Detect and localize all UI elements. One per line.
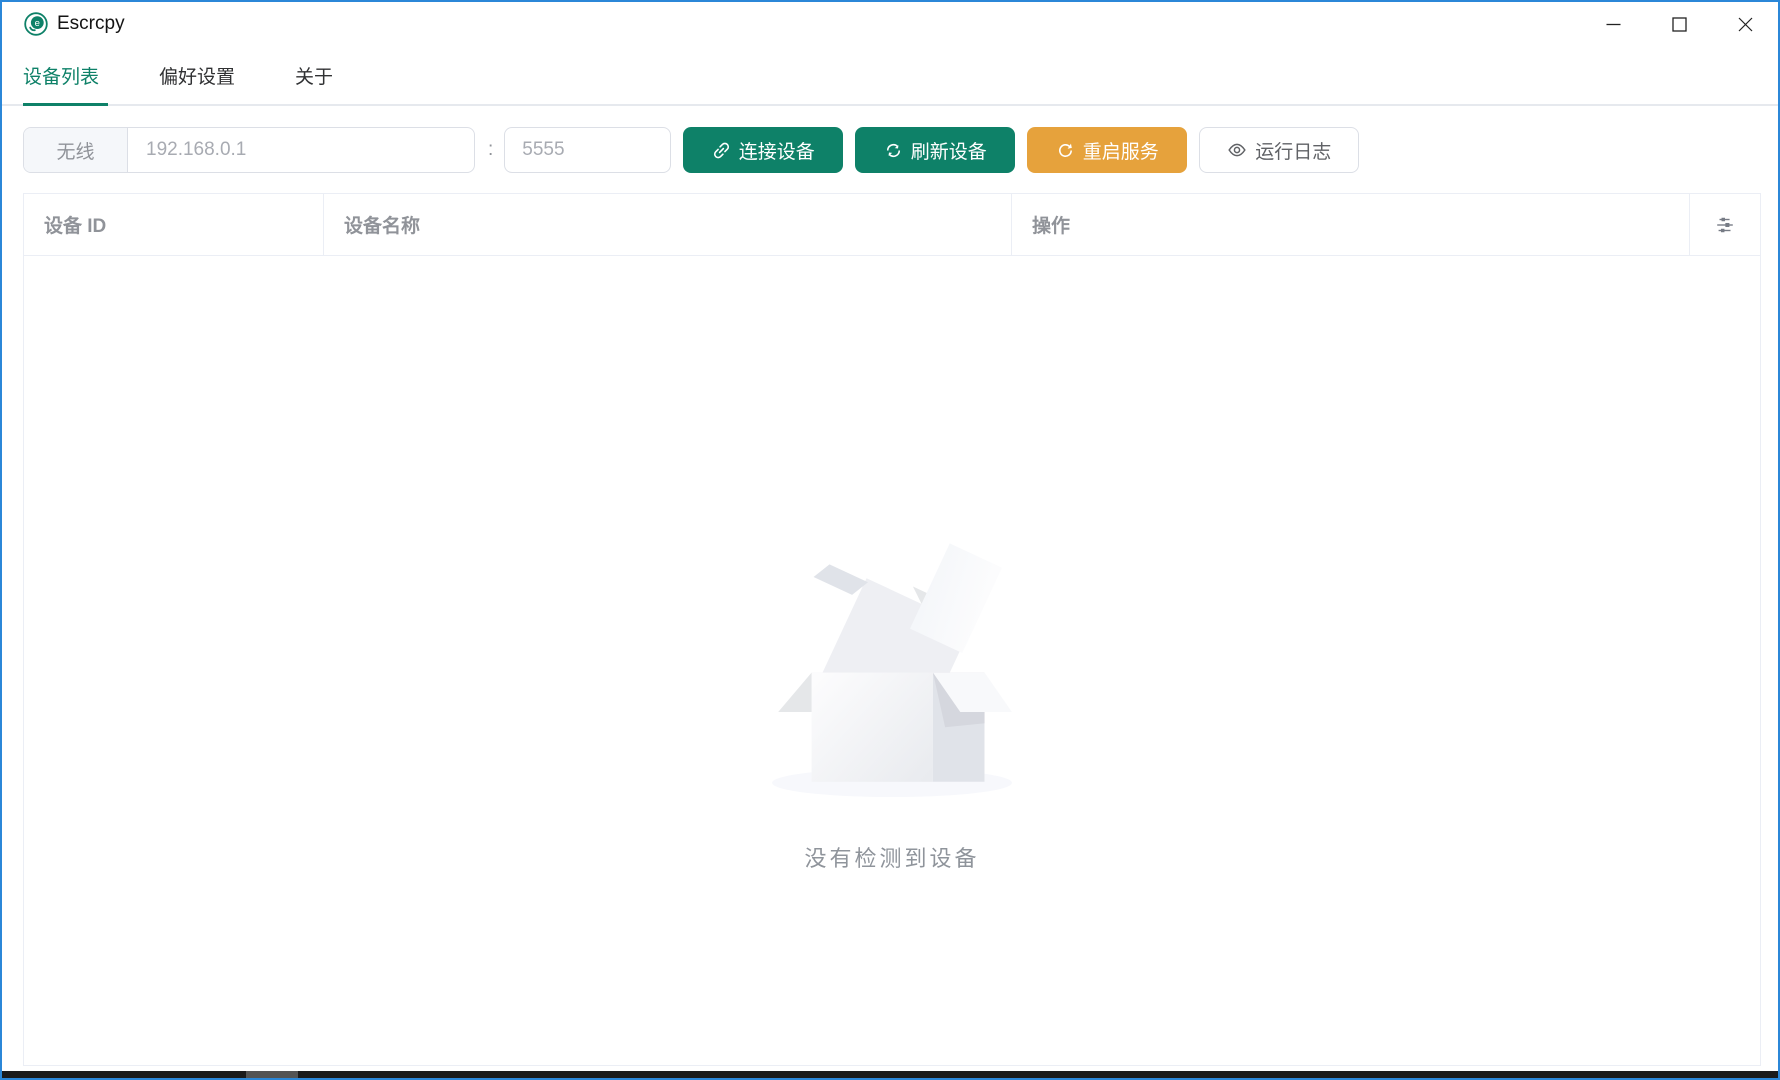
- refresh-right-icon: [1056, 141, 1075, 160]
- host-input[interactable]: [128, 128, 474, 172]
- column-header-actions: 操作: [1012, 194, 1690, 255]
- tab-bar: 设备列表 偏好设置 关于: [2, 46, 1778, 106]
- maximize-button[interactable]: [1646, 2, 1712, 46]
- column-settings-button[interactable]: [1690, 194, 1760, 255]
- connect-device-label: 连接设备: [739, 137, 815, 164]
- close-button[interactable]: [1712, 2, 1778, 46]
- refresh-devices-button[interactable]: 刷新设备: [855, 127, 1015, 173]
- toolbar: 无线 : 连接设备 刷新设备: [23, 127, 1757, 173]
- minimize-button[interactable]: [1580, 2, 1646, 46]
- active-tab-underline: [23, 103, 108, 106]
- escrcpy-logo-icon: e: [24, 12, 48, 36]
- tab-about[interactable]: 关于: [295, 62, 333, 89]
- empty-state-text: 没有检测到设备: [804, 841, 979, 873]
- host-port-separator: :: [488, 139, 493, 161]
- restart-service-label: 重启服务: [1083, 137, 1159, 164]
- view-icon: [1227, 140, 1247, 160]
- empty-box-illustration: [772, 536, 1012, 797]
- taskbar-app-segment[interactable]: [246, 1071, 298, 1078]
- refresh-icon: [884, 141, 903, 160]
- app-window: e Escrcpy 设备列表: [0, 0, 1780, 1080]
- maximize-icon: [1672, 17, 1687, 32]
- svg-text:e: e: [35, 18, 40, 29]
- minimize-icon: [1606, 17, 1621, 32]
- wireless-address-group: 无线: [23, 127, 475, 173]
- tab-device-list[interactable]: 设备列表: [23, 62, 99, 89]
- run-logs-button[interactable]: 运行日志: [1199, 127, 1359, 173]
- titlebar: e Escrcpy: [2, 2, 1778, 46]
- column-header-device-id: 设备 ID: [24, 194, 324, 255]
- device-table: 设备 ID 设备名称 操作: [23, 193, 1761, 1066]
- app-title: Escrcpy: [57, 13, 125, 35]
- restart-service-button[interactable]: 重启服务: [1027, 127, 1187, 173]
- tab-preferences[interactable]: 偏好设置: [159, 62, 235, 89]
- sliders-icon: [1714, 214, 1736, 236]
- device-table-body: 没有检测到设备: [24, 256, 1760, 1065]
- window-controls: [1580, 2, 1778, 46]
- link-icon: [712, 141, 731, 160]
- refresh-devices-label: 刷新设备: [911, 137, 987, 164]
- taskbar-strip: [2, 1071, 1778, 1078]
- wireless-label: 无线: [24, 128, 128, 172]
- port-input[interactable]: [504, 127, 671, 173]
- device-table-header: 设备 ID 设备名称 操作: [24, 194, 1760, 256]
- run-logs-label: 运行日志: [1255, 137, 1331, 164]
- close-icon: [1738, 17, 1753, 32]
- connect-device-button[interactable]: 连接设备: [683, 127, 843, 173]
- column-header-device-name: 设备名称: [324, 194, 1012, 255]
